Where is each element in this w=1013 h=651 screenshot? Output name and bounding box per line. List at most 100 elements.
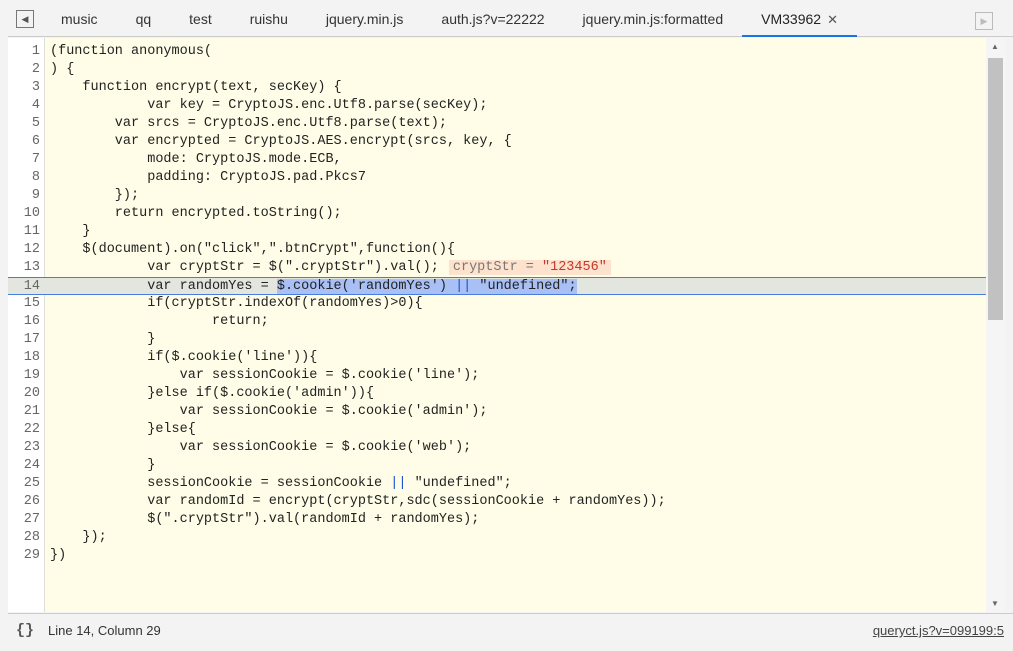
pretty-print-icon[interactable]: {}: [16, 622, 34, 639]
tabs: music qq test ruishu jquery.min.js auth.js?v=…: [42, 2, 857, 37]
tab-vm33962[interactable]: VM33962 ✕: [742, 2, 857, 37]
tab-bar: ◀ music qq test ruishu jquery.min.js auth.js?…: [8, 2, 1013, 37]
line-number[interactable]: 5: [8, 115, 40, 133]
code-text: });: [50, 188, 140, 203]
code-line[interactable]: 17 }: [8, 331, 986, 349]
tab-jquery-min-js-formatted[interactable]: jquery.min.js:formatted: [564, 2, 743, 37]
code-text: }: [50, 224, 91, 239]
code-text: sessionCookie = sessionCookie || "undefi…: [50, 476, 512, 491]
line-number[interactable]: 17: [8, 331, 40, 349]
code-line[interactable]: 5 var srcs = CryptoJS.enc.Utf8.parse(tex…: [8, 115, 986, 133]
code-text: var sessionCookie = $.cookie('line');: [50, 368, 480, 383]
line-number[interactable]: 15: [8, 295, 40, 313]
line-number[interactable]: 23: [8, 439, 40, 457]
line-number[interactable]: 1: [8, 43, 40, 61]
code-text: var encrypted = CryptoJS.AES.encrypt(src…: [50, 134, 512, 149]
code-line[interactable]: 13 var cryptStr = $(".cryptStr").val(); c…: [8, 259, 986, 277]
tab-label: auth.js?v=22222: [441, 10, 545, 27]
code-line[interactable]: 11 }: [8, 223, 986, 241]
scroll-down-icon[interactable]: ▼: [991, 599, 999, 608]
code-line[interactable]: 8 padding: CryptoJS.pad.Pkcs7: [8, 169, 986, 187]
line-number[interactable]: 7: [8, 151, 40, 169]
code-line[interactable]: 9 });: [8, 187, 986, 205]
line-number[interactable]: 16: [8, 313, 40, 331]
code-line[interactable]: 2) {: [8, 61, 986, 79]
vertical-scrollbar[interactable]: ▲ ▼: [986, 38, 1005, 612]
tab-label: qq: [135, 10, 152, 27]
code-line[interactable]: 26 var randomId = encrypt(cryptStr,sdc(s…: [8, 493, 986, 511]
code-text: padding: CryptoJS.pad.Pkcs7: [50, 170, 366, 185]
code-line[interactable]: 18 if($.cookie('line')){: [8, 349, 986, 367]
code-line[interactable]: 28 });: [8, 529, 986, 547]
line-number[interactable]: 25: [8, 475, 40, 493]
code-text: }: [50, 458, 156, 473]
code-text: $(document).on("click",".btnCrypt",funct…: [50, 242, 456, 257]
line-number[interactable]: 24: [8, 457, 40, 475]
tab-music[interactable]: music: [42, 2, 117, 37]
code-line[interactable]: 3 function encrypt(text, secKey) {: [8, 79, 986, 97]
code-line[interactable]: 16 return;: [8, 313, 986, 331]
current-code-line[interactable]: 14 var randomYes = $.cookie('randomYes')…: [8, 277, 986, 295]
line-number[interactable]: 9: [8, 187, 40, 205]
line-number[interactable]: 20: [8, 385, 40, 403]
code-line[interactable]: 15 if(cryptStr.indexOf(randomYes)>0){: [8, 295, 986, 313]
code-text: return encrypted.toString();: [50, 206, 342, 221]
line-number[interactable]: 6: [8, 133, 40, 151]
close-tab-icon[interactable]: ✕: [827, 12, 838, 27]
code-line[interactable]: 25 sessionCookie = sessionCookie || "und…: [8, 475, 986, 493]
code-editor[interactable]: 1 (function anonymous( 2) {3 function encr…: [8, 38, 1005, 612]
code-line[interactable]: 1 (function anonymous(: [8, 43, 986, 61]
source-link[interactable]: queryct.js?v=099199:5: [873, 623, 1004, 638]
line-number[interactable]: 11: [8, 223, 40, 241]
line-number[interactable]: 2: [8, 61, 40, 79]
line-number[interactable]: 21: [8, 403, 40, 421]
status-bar: {} Line 14, Column 29 queryct.js?v=09919…: [8, 613, 1013, 647]
scroll-up-icon[interactable]: ▲: [991, 42, 999, 51]
code-text: }): [50, 548, 67, 563]
code-line[interactable]: 21 var sessionCookie = $.cookie('admin')…: [8, 403, 986, 421]
line-number[interactable]: 28: [8, 529, 40, 547]
tab-label: VM33962: [761, 10, 822, 27]
line-number[interactable]: 26: [8, 493, 40, 511]
line-number[interactable]: 8: [8, 169, 40, 187]
toggle-debugger-icon[interactable]: ▶: [975, 12, 993, 30]
line-number[interactable]: 13: [8, 259, 40, 277]
line-number[interactable]: 22: [8, 421, 40, 439]
code-text: var cryptStr = $(".cryptStr").val(); cryp…: [50, 259, 611, 277]
code-line[interactable]: 12 $(document).on("click",".btnCrypt",fu…: [8, 241, 986, 259]
code-text: (function anonymous(: [50, 44, 213, 59]
line-number[interactable]: 14: [8, 278, 40, 296]
tab-auth-js-v-22222[interactable]: auth.js?v=22222: [422, 2, 563, 37]
code-line[interactable]: 6 var encrypted = CryptoJS.AES.encrypt(s…: [8, 133, 986, 151]
code-line[interactable]: 23 var sessionCookie = $.cookie('web');: [8, 439, 986, 457]
line-number[interactable]: 12: [8, 241, 40, 259]
line-number[interactable]: 4: [8, 97, 40, 115]
code-line[interactable]: 22 }else{: [8, 421, 986, 439]
line-number[interactable]: 18: [8, 349, 40, 367]
tab-label: jquery.min.js:formatted: [582, 10, 724, 27]
tab-ruishu[interactable]: ruishu: [231, 2, 307, 37]
line-number[interactable]: 27: [8, 511, 40, 529]
code-line[interactable]: 24 }: [8, 457, 986, 475]
scrollbar-thumb[interactable]: [988, 58, 1003, 320]
tab-qq[interactable]: qq: [117, 2, 171, 37]
tab-test[interactable]: test: [170, 2, 231, 37]
line-number[interactable]: 29: [8, 547, 40, 565]
code-text: var randomId = encrypt(cryptStr,sdc(sess…: [50, 494, 666, 509]
code-line[interactable]: 29}): [8, 547, 986, 565]
line-number[interactable]: 19: [8, 367, 40, 385]
line-number[interactable]: 10: [8, 205, 40, 223]
code-text: }: [50, 332, 156, 347]
line-number[interactable]: 3: [8, 79, 40, 97]
toggle-navigator-icon[interactable]: ◀: [16, 10, 34, 28]
code-line[interactable]: 7 mode: CryptoJS.mode.ECB,: [8, 151, 986, 169]
tab-jquery-min-js[interactable]: jquery.min.js: [307, 2, 423, 37]
code-line[interactable]: 4 var key = CryptoJS.enc.Utf8.parse(secK…: [8, 97, 986, 115]
code-text: var sessionCookie = $.cookie('admin');: [50, 404, 488, 419]
code-line[interactable]: 27 $(".cryptStr").val(randomId + randomY…: [8, 511, 986, 529]
code-line[interactable]: 20 }else if($.cookie('admin')){: [8, 385, 986, 403]
code-line[interactable]: 10 return encrypted.toString();: [8, 205, 986, 223]
code-text: if(cryptStr.indexOf(randomYes)>0){: [50, 296, 423, 311]
code-line[interactable]: 19 var sessionCookie = $.cookie('line');: [8, 367, 986, 385]
cursor-position: Line 14, Column 29: [48, 623, 161, 638]
